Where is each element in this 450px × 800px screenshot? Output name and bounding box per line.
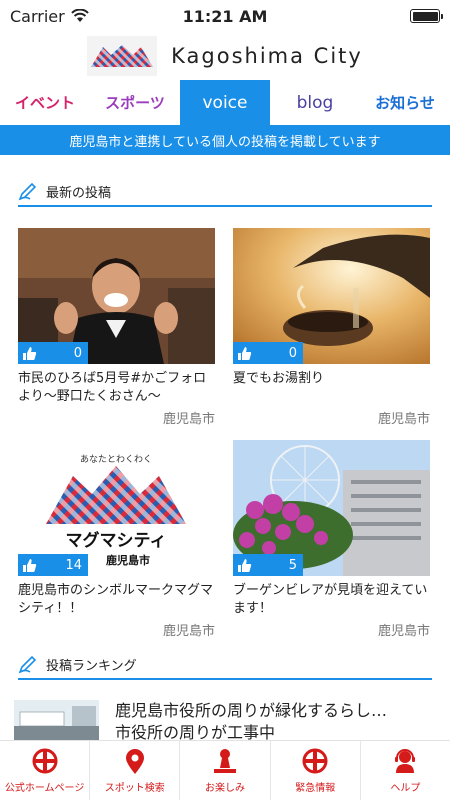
- nav-spot-search[interactable]: スポット検索: [90, 741, 181, 800]
- tab-sports[interactable]: スポーツ: [90, 80, 180, 125]
- like-badge[interactable]: 0: [233, 342, 303, 364]
- latest-posts-header: 最新の投稿: [18, 177, 432, 207]
- nav-emergency[interactable]: 緊急情報: [271, 741, 361, 800]
- wifi-icon: [70, 9, 89, 22]
- like-badge[interactable]: 0: [18, 342, 88, 364]
- pen-icon: [18, 182, 37, 201]
- city-emblem-icon: [32, 748, 58, 774]
- tab-voice[interactable]: voice: [180, 80, 270, 125]
- post-author: 鹿児島市: [377, 412, 430, 427]
- nav-label: スポット検索: [104, 783, 165, 794]
- ranking-item-subtitle: 市役所の周りが工事中: [115, 723, 276, 740]
- ranking-item-title: 鹿児島市役所の周りが緑化するらし…: [115, 701, 388, 720]
- battery-icon: [410, 9, 443, 23]
- post-title: 鹿児島市のシンボルマークマグマシティ！！: [18, 583, 214, 616]
- nav-label: ヘルプ: [390, 783, 421, 794]
- magma-city-logo-icon: [87, 36, 158, 76]
- latest-posts-title: 最新の投稿: [46, 185, 112, 201]
- nav-help[interactable]: ヘルプ: [361, 741, 450, 800]
- post-title: 市民のひろば5月号#かごフォロより～野口たくおさん～: [18, 371, 207, 404]
- app-header: Kagoshima City: [0, 32, 450, 80]
- like-badge[interactable]: 14: [18, 554, 88, 576]
- post-image: あなたとわくわく マグマシティ 鹿児島市 14: [18, 440, 215, 576]
- ranking-item[interactable]: 鹿児島市役所の周りが緑化するらし… 市役所の周りが工事中: [14, 700, 434, 740]
- ranking-title: 投稿ランキング: [46, 658, 137, 674]
- nav-label: 公式ホームページ: [4, 783, 85, 794]
- magma-city: 鹿児島市: [106, 553, 150, 567]
- tab-event[interactable]: イベント: [0, 80, 90, 125]
- support-agent-icon: [395, 749, 416, 773]
- post-card[interactable]: 0 市民のひろば5月号#かごフォロより～野口たくおさん～ 鹿児島市: [18, 228, 215, 427]
- thumbs-up-icon: [23, 558, 37, 572]
- like-count: 0: [73, 345, 82, 361]
- category-tabs: イベント スポーツ voice blog お知らせ: [0, 80, 450, 125]
- nav-label: お楽しみ: [205, 783, 245, 794]
- status-bar: Carrier 11:21 AM: [0, 0, 450, 32]
- magma-name: マグマシティ: [66, 530, 167, 551]
- thumbs-up-icon: [238, 346, 252, 360]
- post-card[interactable]: あなたとわくわく マグマシティ 鹿児島市 14 鹿児島市のシンボルマークマグマシ…: [18, 440, 215, 639]
- nav-label: 緊急情報: [295, 783, 336, 794]
- post-image: 5: [233, 440, 430, 576]
- post-card[interactable]: 5 ブーゲンビレアが見頃を迎えています！ 鹿児島市: [233, 440, 430, 639]
- post-image: 0: [18, 228, 215, 364]
- nav-fun[interactable]: お楽しみ: [180, 741, 271, 800]
- like-badge[interactable]: 5: [233, 554, 303, 576]
- thumbs-up-icon: [23, 346, 37, 360]
- tab-blog[interactable]: blog: [270, 80, 360, 125]
- stamp-icon: [214, 749, 236, 773]
- like-count: 5: [288, 557, 297, 573]
- post-image: 0: [233, 228, 430, 364]
- like-count: 0: [288, 345, 297, 361]
- map-pin-icon: [125, 749, 144, 774]
- site-title: Kagoshima City: [171, 44, 363, 68]
- like-count: 14: [65, 557, 82, 573]
- post-author: 鹿児島市: [162, 412, 215, 427]
- post-title: ブーゲンビレアが見頃を迎えています！: [233, 583, 428, 616]
- ranking-header: 投稿ランキング: [18, 650, 432, 680]
- post-title: 夏でもお湯割り: [233, 371, 325, 386]
- post-author: 鹿児島市: [162, 624, 215, 639]
- status-left: Carrier: [10, 7, 89, 26]
- city-emblem-icon: [302, 748, 328, 774]
- post-card[interactable]: 0 夏でもお湯割り 鹿児島市: [233, 228, 430, 427]
- nav-official-site[interactable]: 公式ホームページ: [0, 741, 91, 800]
- tab-news[interactable]: お知らせ: [360, 80, 450, 125]
- magma-tagline: あなたとわくわく: [80, 454, 152, 465]
- pen-icon: [18, 655, 37, 674]
- bottom-nav: 公式ホームページ スポット検索 お楽しみ 緊急情報 ヘルプ: [0, 740, 450, 800]
- post-author: 鹿児島市: [377, 624, 430, 639]
- battery-fill: [412, 11, 438, 21]
- voice-banner: 鹿児島市と連携している個人の投稿を掲載しています: [0, 125, 450, 155]
- thumbs-up-icon: [238, 558, 252, 572]
- ranking-thumbnail: [14, 700, 99, 740]
- carrier-label: Carrier: [10, 6, 65, 26]
